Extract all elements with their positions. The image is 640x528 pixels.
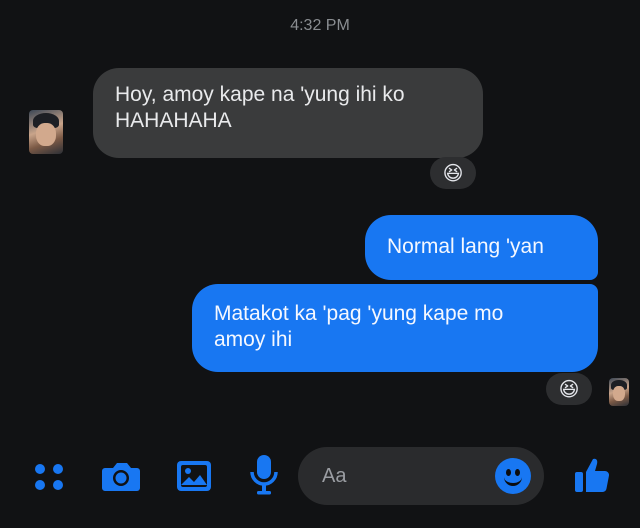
- seen-avatar: [609, 378, 629, 406]
- message-text-line: Matakot ka 'pag 'yung kape mo: [214, 302, 504, 325]
- incoming-message-bubble[interactable]: Hoy, amoy kape na 'yung ihi ko HAHAHAHA: [93, 68, 483, 158]
- message-text-line: amoy ihi: [214, 328, 293, 351]
- message-text-line: HAHAHAHA: [115, 109, 232, 132]
- gallery-icon[interactable]: [176, 460, 212, 492]
- apps-icon[interactable]: [32, 461, 68, 493]
- thumbs-up-icon[interactable]: [573, 455, 613, 495]
- message-text: Normal lang 'yan: [387, 235, 544, 258]
- message-text-line: Hoy, amoy kape na 'yung ihi ko: [115, 83, 405, 106]
- outgoing-message-bubble[interactable]: Normal lang 'yan: [365, 215, 598, 280]
- outgoing-message-bubble[interactable]: Matakot ka 'pag 'yung kape mo amoy ihi: [192, 284, 598, 372]
- laughing-reaction-icon[interactable]: 😆: [430, 157, 476, 189]
- message-timestamp: 4:32 PM: [290, 17, 350, 34]
- microphone-icon[interactable]: [249, 454, 279, 496]
- laughing-reaction-icon[interactable]: 😆: [546, 373, 592, 405]
- sender-avatar[interactable]: [29, 110, 63, 154]
- camera-icon[interactable]: [101, 459, 141, 493]
- message-input-placeholder: Aa: [322, 465, 347, 487]
- emoji-icon[interactable]: [495, 458, 531, 494]
